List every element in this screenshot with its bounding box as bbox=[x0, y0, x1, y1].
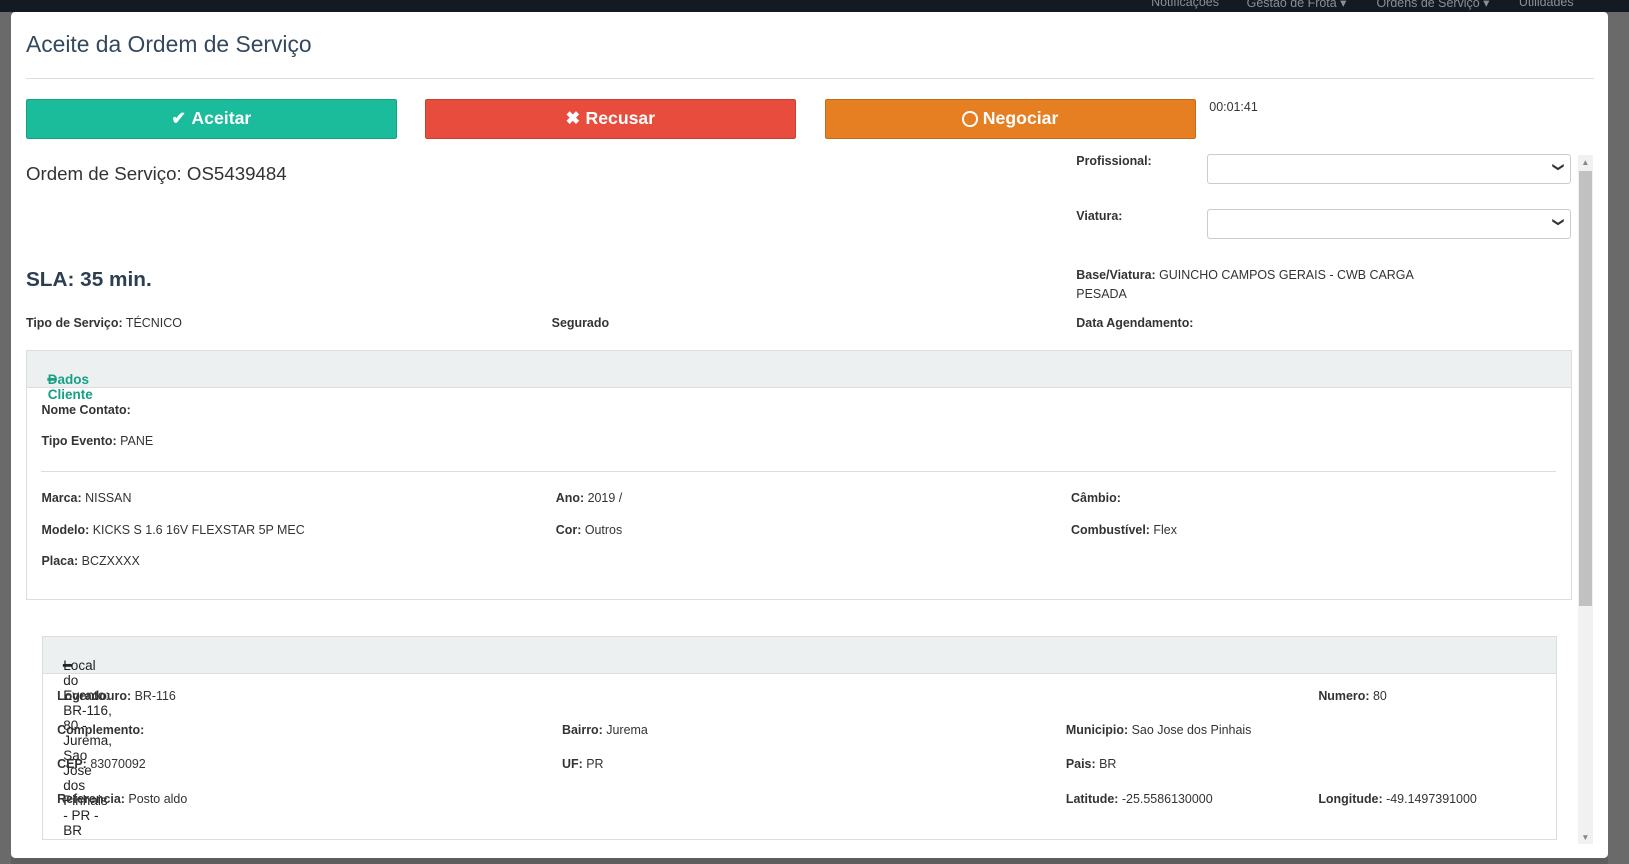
timer: 00:01:41 bbox=[1209, 99, 1258, 114]
refuse-label: Recusar bbox=[585, 108, 656, 129]
nav-ordens-servico: Ordens de Serviço ▾ bbox=[1376, 0, 1490, 10]
negotiate-button[interactable]: Negociar bbox=[824, 98, 1196, 140]
base-value: GUINCHO CAMPOS GERAIS - CWB CARGA bbox=[1159, 268, 1414, 283]
refuse-button[interactable]: ✖ Recusar bbox=[424, 98, 796, 140]
referencia-label: Referencia: bbox=[57, 791, 125, 806]
sla: SLA: 35 min. bbox=[25, 268, 152, 292]
cor-label: Cor: bbox=[555, 522, 582, 537]
cor: Outros bbox=[584, 522, 623, 537]
combustivel: Flex bbox=[1153, 522, 1177, 537]
modelo-label: Modelo: bbox=[41, 522, 90, 537]
nav-gestao-frota: Gestão de Frota ▾ bbox=[1246, 0, 1347, 10]
local-evento-header[interactable]: ━ Local do Evento: BR-116, 80 - Jurema, … bbox=[42, 636, 1557, 838]
scrollbar-thumb[interactable] bbox=[1579, 171, 1592, 606]
nav-notificacoes: Notificações bbox=[1151, 0, 1219, 9]
bairro: Jurema bbox=[606, 723, 648, 737]
backdrop-right bbox=[1608, 12, 1629, 864]
profissional-label: Profissional: bbox=[1076, 153, 1152, 168]
logradouro-label: Logradouro: bbox=[57, 688, 132, 703]
cep-label: CEP: bbox=[57, 757, 87, 772]
base-value-cont: PESADA bbox=[1076, 286, 1127, 301]
placa-label: Placa: bbox=[41, 553, 79, 568]
scroll-up-icon[interactable]: ▲ bbox=[1581, 157, 1589, 167]
modelo: KICKS S 1.6 16V FLEXSTAR 5P MEC bbox=[92, 522, 305, 537]
modal-title: Aceite da Ordem de Serviço bbox=[25, 31, 312, 58]
negotiate-label: Negociar bbox=[982, 108, 1059, 129]
municipio: Sao Jose dos Pinhais bbox=[1131, 723, 1252, 737]
logradouro: BR-116 bbox=[134, 688, 176, 703]
local-evento-title: Local do Evento: BR-116, 80 - Jurema, Sa… bbox=[63, 657, 113, 838]
check-icon: ✔ bbox=[171, 108, 187, 129]
accept-button[interactable]: ✔ Aceitar bbox=[25, 98, 397, 140]
marca: NISSAN bbox=[85, 491, 132, 506]
pais-label: Pais: bbox=[1065, 757, 1096, 772]
numero: 80 bbox=[1372, 688, 1387, 703]
viatura-select[interactable]: ❯ bbox=[1207, 208, 1571, 239]
nav-utilidades: Utilidades bbox=[1518, 0, 1574, 9]
cep: 83070092 bbox=[90, 757, 146, 772]
chevron-down-icon: ❯ bbox=[1551, 162, 1564, 172]
latitude-label: Latitude: bbox=[1065, 791, 1119, 806]
tipo-evento: PANE bbox=[120, 434, 154, 449]
data-agendamento-label: Data Agendamento: bbox=[1076, 315, 1194, 330]
close-icon: ✖ bbox=[565, 108, 581, 129]
base-label: Base/Viatura: bbox=[1076, 268, 1156, 283]
local-evento-panel: ━ Local do Evento: BR-116, 80 - Jurema, … bbox=[41, 635, 1558, 841]
combustivel-label: Combustível: bbox=[1071, 522, 1150, 537]
scrollbar[interactable]: ▲ ▼ bbox=[1578, 154, 1593, 844]
longitude-label: Longitude: bbox=[1318, 791, 1383, 806]
cambio-label: Câmbio: bbox=[1071, 491, 1121, 506]
latitude: -25.5586130000 bbox=[1121, 791, 1213, 806]
bairro-label: Bairro: bbox=[561, 723, 603, 737]
ano: 2019 / bbox=[587, 491, 623, 506]
chevron-down-icon: ❯ bbox=[1551, 217, 1564, 227]
viatura-label: Viatura: bbox=[1076, 208, 1123, 223]
complemento-label: Complemento: bbox=[57, 723, 145, 737]
longitude: -49.1497391000 bbox=[1386, 791, 1477, 806]
backdrop-left bbox=[0, 12, 12, 864]
placa: BCZXXXX bbox=[81, 553, 140, 568]
dados-cliente-title: Dados Cliente bbox=[47, 371, 93, 402]
tipo-servico-label: Tipo de Serviço: bbox=[25, 315, 123, 330]
ano-label: Ano: bbox=[555, 491, 585, 506]
scroll-down-icon[interactable]: ▼ bbox=[1581, 832, 1589, 842]
nome-contato-label: Nome Contato: bbox=[41, 403, 131, 418]
tipo-evento-label: Tipo Evento: bbox=[41, 434, 117, 449]
dados-cliente-panel: ━ Dados Cliente Nome Contato: Tipo Event… bbox=[25, 350, 1572, 601]
pais: BR bbox=[1099, 757, 1117, 772]
referencia: Posto aldo bbox=[128, 791, 188, 806]
numero-label: Numero: bbox=[1318, 688, 1370, 703]
uf: PR bbox=[586, 757, 604, 772]
accept-label: Aceitar bbox=[191, 108, 252, 129]
uf-label: UF: bbox=[561, 757, 583, 772]
accept-order-modal: Aceite da Ordem de Serviço ✔ Aceitar ✖ Rec… bbox=[11, 12, 1609, 859]
divider bbox=[25, 77, 1594, 79]
profissional-select[interactable]: ❯ bbox=[1207, 153, 1571, 184]
segurado-label: Segurado bbox=[551, 315, 610, 330]
municipio-label: Municipio: bbox=[1065, 723, 1129, 737]
background-navbar: Notificações Gestão de Frota ▾ Ordens de… bbox=[0, 0, 1629, 13]
clock-icon bbox=[962, 111, 978, 127]
tipo-servico: TÉCNICO bbox=[125, 315, 182, 330]
marca-label: Marca: bbox=[41, 491, 82, 506]
divider bbox=[41, 470, 1557, 472]
order-number: Ordem de Serviço: OS5439484 bbox=[25, 163, 287, 185]
dados-cliente-header[interactable]: ━ Dados Cliente bbox=[26, 351, 1571, 402]
